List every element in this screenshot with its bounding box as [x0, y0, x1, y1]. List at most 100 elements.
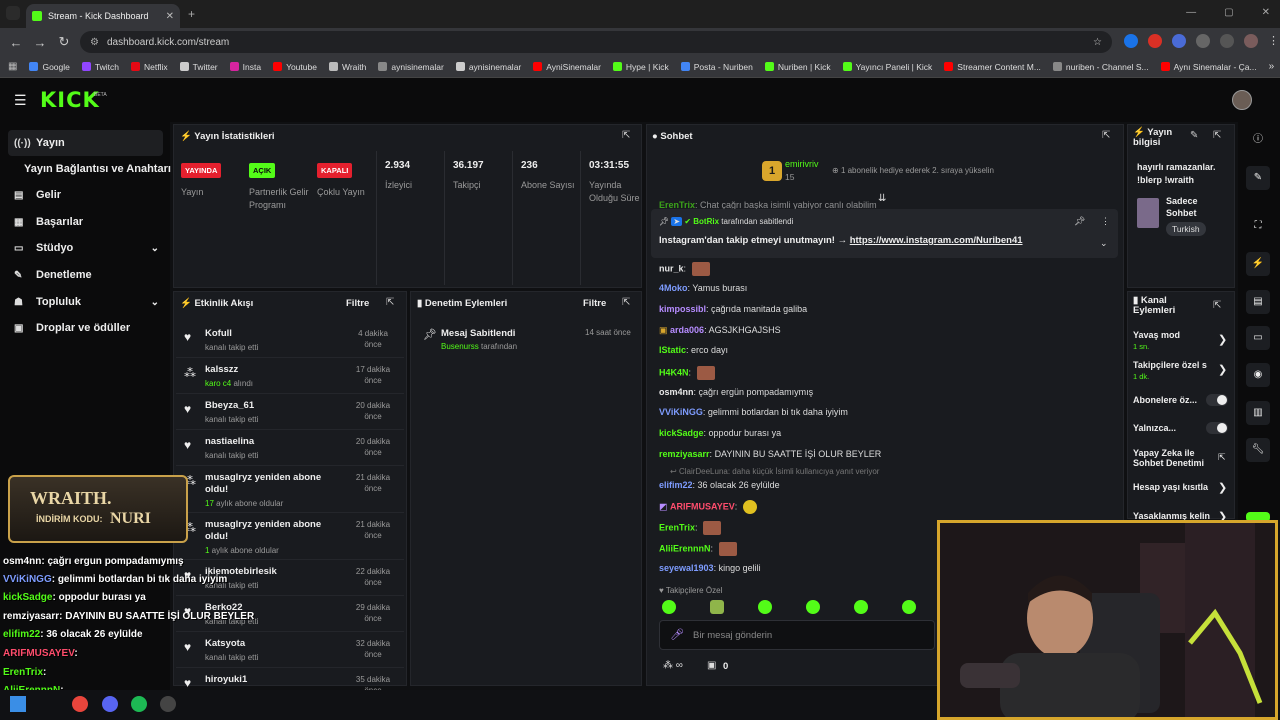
- wrench-icon[interactable]: 🔧︎: [1246, 438, 1270, 462]
- chat-username[interactable]: AliiErennnN: [659, 543, 711, 553]
- popout-icon[interactable]: ⇱: [622, 130, 630, 141]
- chat-username[interactable]: kickSadge: [659, 428, 704, 438]
- layout-icon[interactable]: ▥: [1246, 401, 1270, 425]
- bookmark-item[interactable]: Aynı Sinemalar - Ça...: [1160, 62, 1257, 72]
- chrome-icon[interactable]: [72, 696, 88, 712]
- bookmark-item[interactable]: Hype | Kick: [612, 62, 669, 72]
- sidebar-item-yayin[interactable]: ((·)) Yayın: [8, 130, 163, 156]
- chat-username[interactable]: lStatic: [659, 345, 686, 355]
- screenshot-icon[interactable]: ⛶: [1246, 214, 1270, 238]
- emote-icon[interactable]: [662, 600, 676, 614]
- bookmark-item[interactable]: nuriben - Channel S...: [1052, 62, 1149, 72]
- bookmark-item[interactable]: Yayıncı Paneli | Kick: [842, 62, 932, 72]
- forward-icon[interactable]: →: [28, 35, 52, 50]
- sidebar-item-droplar[interactable]: ▣ Droplar ve ödüller: [8, 315, 163, 341]
- menu-hamburger-icon[interactable]: ☰: [14, 92, 27, 109]
- document-icon[interactable]: ▤: [1246, 290, 1270, 314]
- emote-icon[interactable]: [758, 600, 772, 614]
- maximize-icon[interactable]: ▢: [1224, 7, 1233, 18]
- category-name[interactable]: Sadece Sohbet: [1166, 195, 1226, 219]
- pinned-link[interactable]: https://www.instagram.com/Nuriben41: [850, 235, 1023, 246]
- chevron-right-icon[interactable]: ❯: [1218, 333, 1227, 346]
- popout-icon[interactable]: ⇱: [1213, 300, 1221, 311]
- chevron-right-icon[interactable]: ❯: [1218, 363, 1227, 376]
- chat-username[interactable]: kimpossibl: [659, 304, 706, 314]
- bookmark-star-icon[interactable]: ☆: [1093, 37, 1102, 48]
- sidebar-item-basarilar[interactable]: ▦ Başarılar: [8, 209, 163, 235]
- back-icon[interactable]: ←: [4, 35, 28, 50]
- moderation-filter-button[interactable]: Filtre: [583, 298, 606, 309]
- subscribers-only-toggle[interactable]: [1206, 394, 1228, 406]
- action-followers-only[interactable]: Takipçilere özel s: [1133, 360, 1213, 370]
- activity-user[interactable]: nastiaelina: [205, 436, 327, 448]
- microphone-icon[interactable]: 🎤︎: [670, 628, 684, 641]
- gift-icon[interactable]: ▣: [707, 660, 716, 671]
- chat-bubble-icon[interactable]: ▭: [1246, 326, 1270, 350]
- reload-icon[interactable]: ↻: [52, 34, 76, 50]
- bookmark-item[interactable]: Google: [29, 62, 70, 72]
- profile-icon[interactable]: [1244, 34, 1258, 48]
- extension-icon[interactable]: [1124, 34, 1138, 48]
- activity-user[interactable]: Bbeyza_61: [205, 400, 327, 412]
- tab-search-button[interactable]: [6, 6, 20, 20]
- action-slow-mode[interactable]: Yavaş mod: [1133, 330, 1180, 340]
- sidebar-item-gelir[interactable]: ▤ Gelir: [8, 182, 163, 208]
- broadcast-icon[interactable]: ◉: [1246, 363, 1270, 387]
- activity-filter-button[interactable]: Filtre: [346, 298, 369, 309]
- bookmark-item[interactable]: Youtube: [273, 62, 317, 72]
- sidebar-item-stream-key[interactable]: Yayın Bağlantısı ve Anahtarı: [8, 156, 173, 182]
- popout-icon[interactable]: ⇱: [622, 297, 630, 308]
- bookmark-item[interactable]: Nuriben | Kick: [764, 62, 831, 72]
- address-bar[interactable]: ⚙ dashboard.kick.com/stream ☆: [80, 31, 1112, 53]
- lightning-icon[interactable]: ⚡: [1246, 252, 1270, 276]
- new-tab-button[interactable]: +: [188, 7, 195, 21]
- close-tab-icon[interactable]: ✕: [166, 11, 174, 22]
- chat-username[interactable]: arda006: [670, 325, 704, 335]
- popout-icon[interactable]: ⇱: [1213, 130, 1221, 141]
- chat-username[interactable]: nur_k: [659, 263, 684, 273]
- chat-username[interactable]: seyewal1903: [659, 563, 714, 573]
- spotify-icon[interactable]: [131, 696, 147, 712]
- chat-username[interactable]: osm4nn: [659, 387, 694, 397]
- bookmark-item[interactable]: Twitch: [81, 62, 119, 72]
- bookmark-item[interactable]: Wraith: [328, 62, 366, 72]
- site-info-icon[interactable]: ⚙: [90, 37, 99, 48]
- user-avatar[interactable]: [1232, 90, 1252, 110]
- kick-logo[interactable]: KICK: [40, 88, 100, 112]
- extension-icon[interactable]: [1172, 34, 1186, 48]
- activity-user[interactable]: hiroyuki1: [205, 674, 327, 686]
- bookmark-item[interactable]: Posta - Nuriben: [680, 62, 753, 72]
- chevron-right-icon[interactable]: ❯: [1218, 481, 1227, 494]
- sidebar-item-studyo[interactable]: ▭ Stüdyo ⌄: [8, 235, 163, 261]
- apps-grid-icon[interactable]: ▦: [8, 61, 17, 72]
- popout-icon[interactable]: ⇱: [386, 297, 394, 308]
- action-ai-moderation[interactable]: Yapay Zeka ile Sohbet Denetimi: [1133, 448, 1211, 468]
- scroll-down-icon[interactable]: ⇊: [878, 193, 886, 204]
- bookmark-item[interactable]: aynisinemalar: [455, 62, 521, 72]
- chevron-down-icon[interactable]: ⌄: [1100, 238, 1108, 249]
- chat-username[interactable]: ARIFMUSAYEV: [670, 501, 735, 511]
- emote-icon[interactable]: [854, 600, 868, 614]
- bookmark-item[interactable]: AyniSinemalar: [533, 62, 601, 72]
- points-icon[interactable]: ⁂ ∞: [663, 660, 683, 671]
- top-gifter-user[interactable]: emirivriv: [785, 159, 819, 169]
- activity-user[interactable]: musaglryz yeniden abone oldu!: [205, 472, 327, 496]
- bookmark-item[interactable]: Streamer Content M...: [944, 62, 1041, 72]
- chat-username[interactable]: remziyasarr: [659, 449, 710, 459]
- chat-username[interactable]: ErenTrix: [659, 522, 695, 532]
- bookmark-item[interactable]: Netflix: [130, 62, 168, 72]
- bookmark-item[interactable]: aynisinemalar: [378, 62, 444, 72]
- more-bookmarks-icon[interactable]: »: [1269, 61, 1275, 72]
- bookmark-item[interactable]: Insta: [229, 62, 261, 72]
- unpin-icon[interactable]: 📌︎: [1074, 216, 1085, 227]
- minimize-icon[interactable]: —: [1186, 7, 1196, 18]
- action-account-age[interactable]: Hesap yaşı kısıtla: [1133, 482, 1208, 492]
- emote-only-toggle[interactable]: [1206, 422, 1228, 434]
- app-icon[interactable]: [160, 696, 176, 712]
- activity-user[interactable]: musaglryz yeniden abone oldu!: [205, 519, 327, 543]
- extensions-puzzle-icon[interactable]: [1196, 34, 1210, 48]
- close-window-icon[interactable]: ✕: [1262, 7, 1270, 18]
- popout-icon[interactable]: ⇱: [1102, 130, 1110, 141]
- emote-icon[interactable]: [806, 600, 820, 614]
- chat-username[interactable]: VViKiNGG: [659, 407, 703, 417]
